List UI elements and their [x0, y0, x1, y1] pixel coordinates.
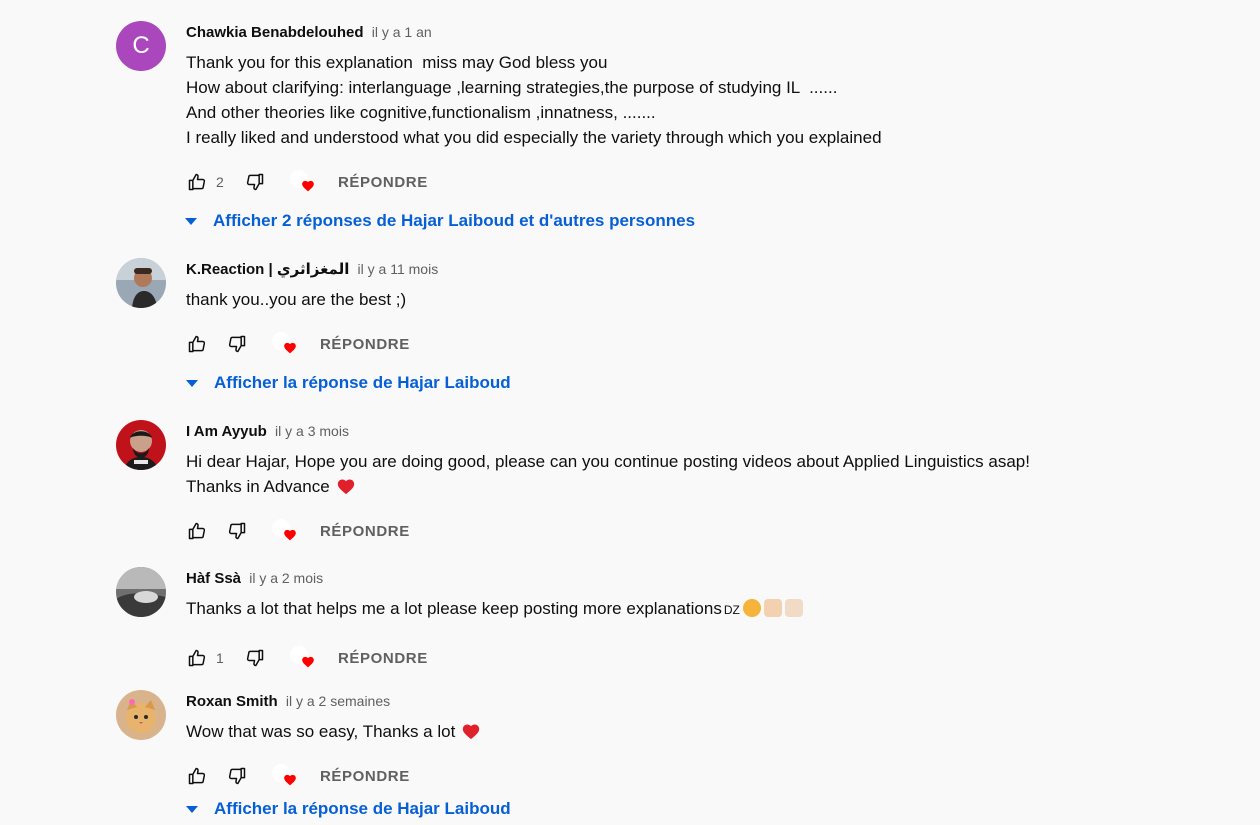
heart-icon [302, 180, 314, 192]
author-name[interactable]: I Am Ayyub [186, 423, 267, 440]
heart-icon [284, 774, 296, 786]
comment-actions: RÉPONDRE [186, 759, 1116, 793]
avatar[interactable] [116, 567, 166, 617]
dislike-button[interactable] [226, 333, 248, 355]
comment-line: I really liked and understood what you d… [186, 128, 882, 147]
comment-actions: RÉPONDRE [186, 327, 1116, 361]
red-heart-emoji-icon [463, 724, 480, 740]
author-name[interactable]: Hàf Ssà [186, 570, 241, 587]
show-replies-label: Afficher la réponse de Hajar Laiboud [214, 373, 511, 392]
grey-photo-icon [116, 567, 166, 617]
comment-line: Hi dear Hajar, Hope you are doing good, … [186, 452, 1030, 471]
show-replies-button[interactable]: Afficher la réponse de Hajar Laiboud [186, 373, 511, 393]
avatar[interactable] [116, 420, 166, 470]
caret-down-icon [186, 805, 198, 813]
like-button[interactable] [186, 333, 208, 355]
reply-button[interactable]: RÉPONDRE [320, 336, 410, 353]
comment-date[interactable]: il y a 3 mois [275, 423, 349, 439]
heart-icon [302, 656, 314, 668]
caret-down-icon [185, 217, 197, 225]
comment-date[interactable]: il y a 11 mois [358, 261, 439, 277]
thumbs-up-icon [188, 335, 206, 353]
comment-text: Thanks a lot that helps me a lot please … [186, 596, 1116, 623]
like-button[interactable] [186, 647, 208, 669]
comment-line: thank you..you are the best ;) [186, 290, 407, 309]
thumbs-up-icon [188, 767, 206, 785]
comment-actions: 2 RÉPONDRE [186, 165, 1116, 199]
thumbs-down-icon [246, 173, 264, 191]
creator-heart-badge[interactable] [290, 170, 316, 194]
smiling-face-hearts-emoji-icon [742, 599, 761, 617]
comment-text: Thank you for this explanation miss may … [186, 50, 1116, 150]
avatar[interactable] [116, 690, 166, 740]
thumbs-up-icon [188, 173, 206, 191]
caret-down-icon [186, 379, 198, 387]
comment-text: thank you..you are the best ;) [186, 287, 1116, 312]
like-button[interactable] [186, 171, 208, 193]
creator-heart-badge[interactable] [272, 764, 298, 788]
author-name[interactable]: K.Reaction | المغزاثري [186, 261, 349, 278]
thumbs-down-icon [228, 335, 246, 353]
comments-section: C Chawkia Benabdelouhed il y a 1 an Than… [0, 0, 1260, 825]
cat-photo-icon [116, 690, 166, 740]
creator-heart-badge[interactable] [272, 332, 298, 356]
heart-icon [284, 342, 296, 354]
thumbs-down-icon [228, 767, 246, 785]
thumbs-down-icon [246, 649, 264, 667]
comment-line: How about clarifying: interlanguage ,lea… [186, 78, 838, 97]
comment-date[interactable]: il y a 2 semaines [286, 693, 390, 709]
comment-date[interactable]: il y a 2 mois [249, 570, 323, 586]
like-button[interactable] [186, 765, 208, 787]
show-replies-button[interactable]: Afficher 2 réponses de Hajar Laiboud et … [185, 211, 695, 231]
dislike-button[interactable] [226, 520, 248, 542]
comment-line: Thanks a lot that helps me a lot please … [186, 599, 722, 618]
dislike-button[interactable] [244, 647, 266, 669]
like-button[interactable] [186, 520, 208, 542]
creator-heart-badge[interactable] [290, 646, 316, 670]
like-count: 2 [216, 174, 224, 190]
reply-button[interactable]: RÉPONDRE [320, 523, 410, 540]
heart-icon [284, 529, 296, 541]
comment-header: Roxan Smith il y a 2 semaines [186, 691, 1116, 711]
comment-date[interactable]: il y a 1 an [372, 24, 432, 40]
dislike-button[interactable] [226, 765, 248, 787]
dislike-button[interactable] [244, 171, 266, 193]
comment-actions: RÉPONDRE [186, 514, 1116, 548]
like-count: 1 [216, 650, 224, 666]
show-replies-label: Afficher la réponse de Hajar Laiboud [214, 799, 511, 818]
flexed-biceps-emoji-icon [763, 599, 782, 617]
open-hands-emoji-icon [784, 599, 803, 617]
comment-header: I Am Ayyub il y a 3 mois [186, 421, 1116, 441]
reply-button[interactable]: RÉPONDRE [338, 650, 428, 667]
reply-button[interactable]: RÉPONDRE [320, 768, 410, 785]
dz-flag-emoji: DZ [723, 603, 740, 617]
comment-line: And other theories like cognitive,functi… [186, 103, 656, 122]
comment-text: Hi dear Hajar, Hope you are doing good, … [186, 449, 1116, 499]
comment-header: Chawkia Benabdelouhed il y a 1 an [186, 22, 1116, 42]
red-portrait-icon [116, 420, 166, 470]
avatar[interactable] [116, 258, 166, 308]
red-heart-emoji-icon [337, 479, 354, 495]
show-replies-button[interactable]: Afficher la réponse de Hajar Laiboud [186, 799, 511, 819]
comment-text: Wow that was so easy, Thanks a lot [186, 719, 1116, 744]
creator-heart-badge[interactable] [272, 519, 298, 543]
author-name[interactable]: Chawkia Benabdelouhed [186, 24, 364, 41]
person-photo-icon [116, 258, 166, 308]
comment-line: Thank you for this explanation miss may … [186, 53, 608, 72]
comment-line: Wow that was so easy, Thanks a lot [186, 722, 456, 741]
thumbs-up-icon [188, 522, 206, 540]
thumbs-down-icon [228, 522, 246, 540]
avatar[interactable]: C [116, 21, 166, 71]
author-name[interactable]: Roxan Smith [186, 693, 278, 710]
comment-actions: 1 RÉPONDRE [186, 641, 1116, 675]
comment-line: Thanks in Advance [186, 477, 330, 496]
comment-header: K.Reaction | المغزاثري il y a 11 mois [186, 259, 1116, 279]
comment-header: Hàf Ssà il y a 2 mois [186, 568, 1116, 588]
show-replies-label: Afficher 2 réponses de Hajar Laiboud et … [213, 211, 696, 230]
thumbs-up-icon [188, 649, 206, 667]
reply-button[interactable]: RÉPONDRE [338, 174, 428, 191]
